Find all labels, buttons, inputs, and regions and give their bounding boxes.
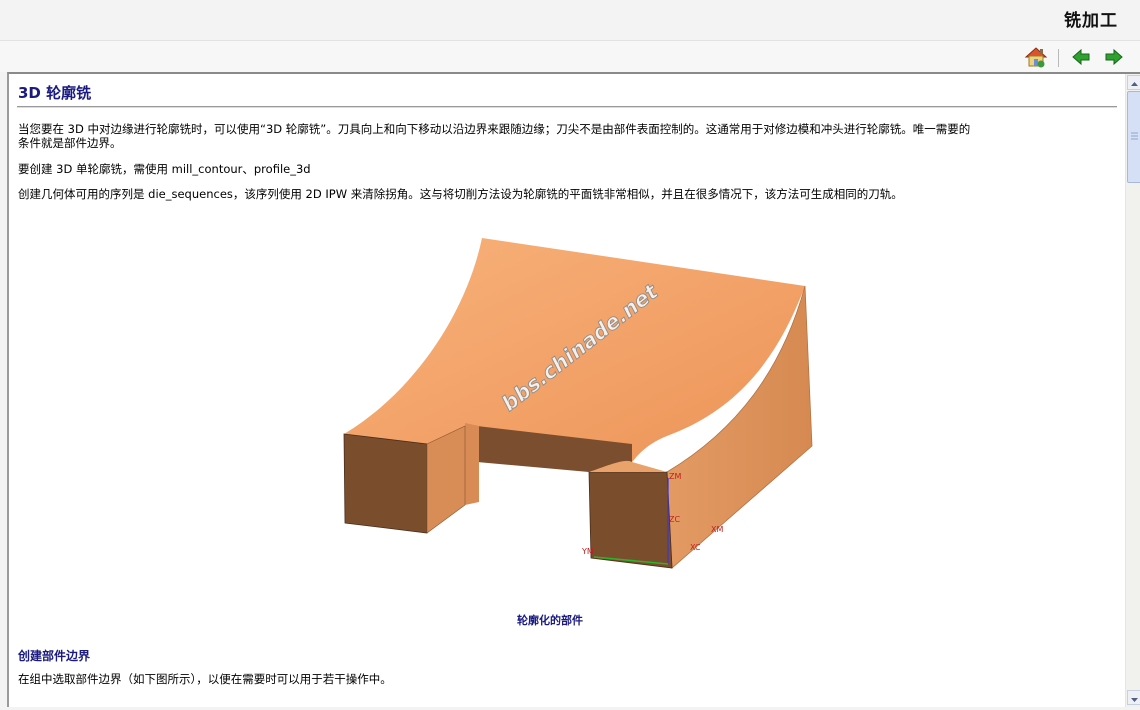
help-content-frame: 3D 轮廓铣 当您要在 3D 中对边缘进行轮廓铣时，可以使用“3D 轮廓铣”。刀… [7,72,1140,707]
section-paragraph: 在组中选取部件边界（如下图所示），以便在需要时可以用于若干操作中。 [18,672,392,686]
triangle-down-icon [1131,698,1138,702]
triangle-up-icon [1131,82,1138,86]
axis-label-zc: ZC [669,515,680,524]
toolbar-separator [1058,49,1059,67]
paragraph-intro-line1: 当您要在 3D 中对边缘进行轮廓铣时，可以使用“3D 轮廓铣”。刀具向上和向下移… [18,122,971,136]
toolbar [0,41,1140,72]
scroll-down-button[interactable] [1127,690,1140,705]
paragraph-geometry: 创建几何体可用的序列是 die_sequences，该序列使用 2D IPW 来… [18,187,903,201]
paragraph-intro-line2: 条件就是部件边界。 [18,136,122,150]
scroll-thumb[interactable] [1127,91,1140,183]
app-title: 铣加工 [1064,11,1118,31]
title-divider [17,106,1117,108]
paragraph-create: 要创建 3D 单轮廓铣，需使用 mill_contour、profile_3d [18,162,311,176]
page-title: 3D 轮廓铣 [18,84,92,102]
section-heading: 创建部件边界 [18,649,91,663]
contoured-part-figure: ZM ZC XM XC YM bbs.chinade.net [307,230,847,600]
axis-label-ym: YM [581,547,594,556]
grip-icon [1131,132,1138,140]
part-illustration: ZM ZC XM XC YM bbs.chinade.net [343,238,813,569]
home-icon[interactable] [1024,45,1048,69]
scroll-up-button[interactable] [1127,75,1140,90]
figure-caption: 轮廓化的部件 [517,614,583,627]
title-bar: 铣加工 [0,0,1140,41]
arrow-right-icon[interactable] [1102,45,1126,69]
arrow-left-icon[interactable] [1069,45,1093,69]
axis-label-zm: ZM [669,472,681,481]
vertical-scrollbar[interactable] [1125,74,1140,707]
axis-label-xc: XC [690,543,701,552]
article: 3D 轮廓铣 当您要在 3D 中对边缘进行轮廓铣时，可以使用“3D 轮廓铣”。刀… [17,80,1117,707]
axis-label-xm: XM [711,525,723,534]
